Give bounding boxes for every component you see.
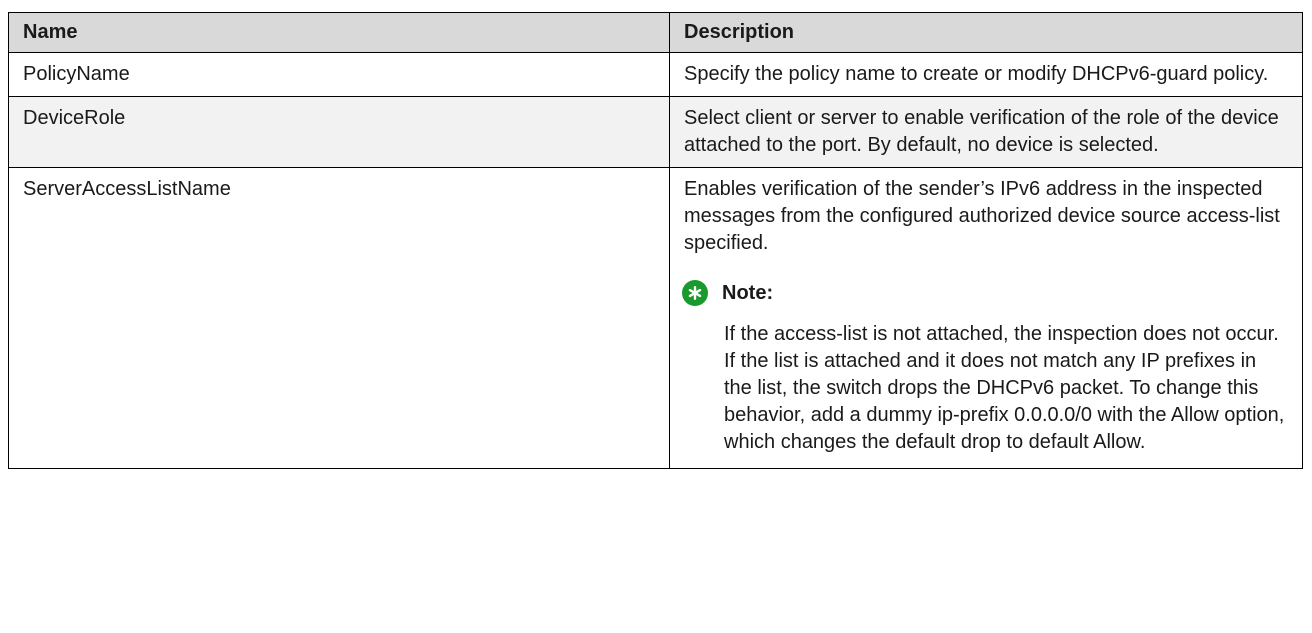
table-row: DeviceRole Select client or server to en… <box>8 96 1303 168</box>
column-header-name: Name <box>8 12 670 53</box>
row-description-serveraccesslistname: Enables verification of the sender’s IPv… <box>669 167 1303 469</box>
row-description-devicerole: Select client or server to enable verifi… <box>669 96 1303 168</box>
table-row: PolicyName Specify the policy name to cr… <box>8 52 1303 97</box>
table-header-row: Name Description <box>8 12 1303 53</box>
table-row: ServerAccessListName Enables verificatio… <box>8 167 1303 469</box>
row-description-policyname: Specify the policy name to create or mod… <box>669 52 1303 97</box>
note-label: Note: <box>722 281 774 304</box>
note-block: Note: If the access-list is not attached… <box>682 279 1288 460</box>
row-name-devicerole: DeviceRole <box>8 96 670 168</box>
note-text: If the access-list is not attached, the … <box>724 323 1285 453</box>
document-page: Name Description PolicyName Specify the … <box>0 0 1312 633</box>
row-name-policyname: PolicyName <box>8 52 670 97</box>
note-heading: Note: <box>682 279 1288 307</box>
row-name-serveraccesslistname: ServerAccessListName <box>8 167 670 469</box>
column-header-description: Description <box>669 12 1303 53</box>
asterisk-icon <box>682 280 708 306</box>
parameter-table: Name Description PolicyName Specify the … <box>8 12 1303 469</box>
description-text: Enables verification of the sender’s IPv… <box>684 178 1280 254</box>
